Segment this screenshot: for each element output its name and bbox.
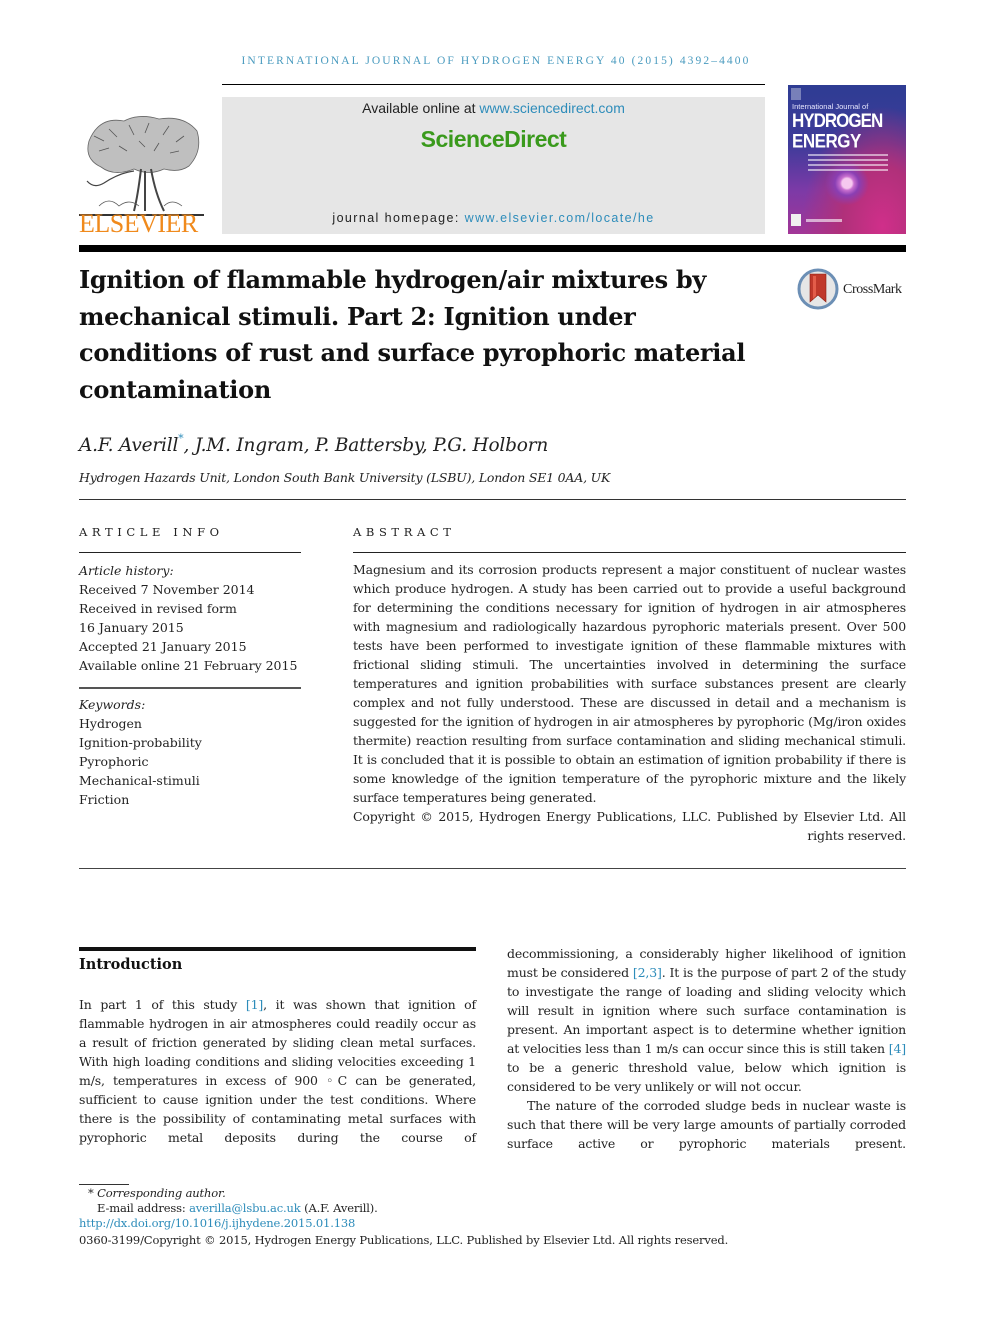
email-link[interactable]: averilla@lsbu.ac.uk — [189, 1201, 301, 1215]
email-label: E-mail address: — [97, 1201, 190, 1215]
abstract-label: ABSTRACT — [353, 525, 456, 539]
corresponding-author-note: * Corresponding author. — [88, 1186, 226, 1200]
cover-publisher-emblem-icon — [791, 88, 801, 100]
section-heading-introduction: Introduction — [79, 956, 183, 973]
sciencedirect-brand[interactable]: ScienceDirect — [222, 126, 765, 153]
crossmark-label[interactable]: CrossMark — [843, 282, 902, 298]
affiliation: Hydrogen Hazards Unit, London South Bank… — [79, 470, 611, 485]
doi-link[interactable]: http://dx.doi.org/10.1016/j.ijhydene.201… — [79, 1216, 355, 1232]
affiliation-rule — [79, 499, 906, 500]
section-rule — [79, 947, 476, 951]
keyword-item: Ignition-probability — [79, 735, 202, 750]
abstract-text: Magnesium and its corrosion products rep… — [353, 562, 906, 805]
journal-homepage-line: journal homepage: www.elsevier.com/locat… — [222, 211, 765, 225]
keyword-item: Mechanical-stimuli — [79, 773, 200, 788]
abstract-rule — [353, 552, 906, 553]
history-item: 16 January 2015 — [79, 620, 184, 635]
cover-editors-block — [808, 154, 888, 174]
front-matter-end-rule — [79, 868, 906, 869]
available-online-label: Available online at — [362, 100, 480, 116]
email-note: E-mail address: averilla@lsbu.ac.uk (A.F… — [97, 1201, 378, 1217]
keyword-item: Pyrophoric — [79, 754, 149, 769]
email-owner: (A.F. Averill). — [300, 1201, 378, 1215]
crossmark-icon[interactable] — [797, 268, 839, 310]
keywords-heading: Keywords: — [79, 697, 146, 712]
cover-footer-logo-icon — [791, 214, 801, 226]
citation-link[interactable]: [1] — [246, 997, 263, 1012]
author-others: , J.M. Ingram, P. Battersby, P.G. Holbor… — [183, 435, 549, 456]
running-head: INTERNATIONAL JOURNAL OF HYDROGEN ENERGY… — [241, 55, 751, 67]
article-history: Article history: Received 7 November 201… — [79, 561, 301, 675]
keyword-item: Hydrogen — [79, 716, 142, 731]
journal-cover-thumbnail[interactable]: International Journal of HYDROGEN ENERGY — [788, 85, 906, 234]
paragraph: The nature of the corroded sludge beds i… — [507, 1098, 906, 1151]
masthead-thick-rule — [79, 245, 906, 252]
article-info-rule — [79, 552, 301, 553]
history-item: Received in revised form — [79, 601, 237, 616]
history-item: Received 7 November 2014 — [79, 582, 255, 597]
keywords-rule — [79, 687, 301, 689]
keyword-item: Friction — [79, 792, 130, 807]
paragraph: decommissioning, a considerably higher l… — [507, 944, 906, 1096]
header-rule — [222, 84, 765, 85]
author-first[interactable]: A.F. Averill — [79, 435, 178, 456]
body-column-left: In part 1 of this study [1], it was show… — [79, 995, 476, 1147]
history-item: Available online 21 February 2015 — [79, 658, 298, 673]
footnote-rule — [79, 1184, 129, 1185]
issn-copyright: 0360-3199/Copyright © 2015, Hydrogen Ene… — [79, 1233, 729, 1247]
author-list: A.F. Averill*, J.M. Ingram, P. Battersby… — [79, 432, 548, 456]
journal-homepage-label: journal homepage: — [332, 211, 465, 225]
body-text: In part 1 of this study — [79, 997, 246, 1012]
elsevier-wordmark: ELSEVIER — [79, 209, 198, 238]
article-title: Ignition of flammable hydrogen/air mixtu… — [79, 265, 746, 404]
abstract-body: Magnesium and its corrosion products rep… — [353, 560, 906, 845]
abstract-copyright: Copyright © 2015, Hydrogen Energy Public… — [353, 809, 906, 843]
body-column-right: decommissioning, a considerably higher l… — [507, 944, 906, 1153]
cover-title-line2: ENERGY — [792, 130, 861, 152]
sciencedirect-link[interactable]: www.sciencedirect.com — [479, 100, 625, 116]
available-online-line: Available online at www.sciencedirect.co… — [222, 100, 765, 116]
history-item: Accepted 21 January 2015 — [79, 639, 247, 654]
citation-link[interactable]: [4] — [889, 1041, 906, 1056]
article-history-heading: Article history: — [79, 563, 174, 578]
cover-footer-text — [806, 219, 842, 222]
journal-homepage-link[interactable]: www.elsevier.com/locate/he — [465, 211, 655, 225]
body-text: to be a generic threshold value, below w… — [507, 1060, 906, 1094]
cover-title-line1: HYDROGEN — [792, 109, 883, 132]
body-text: , it was shown that ignition of flammabl… — [79, 997, 476, 1145]
article-info-label: ARTICLE INFO — [79, 525, 224, 539]
keywords: Keywords: Hydrogen Ignition-probability … — [79, 695, 301, 809]
citation-link[interactable]: [2,3] — [633, 965, 662, 980]
